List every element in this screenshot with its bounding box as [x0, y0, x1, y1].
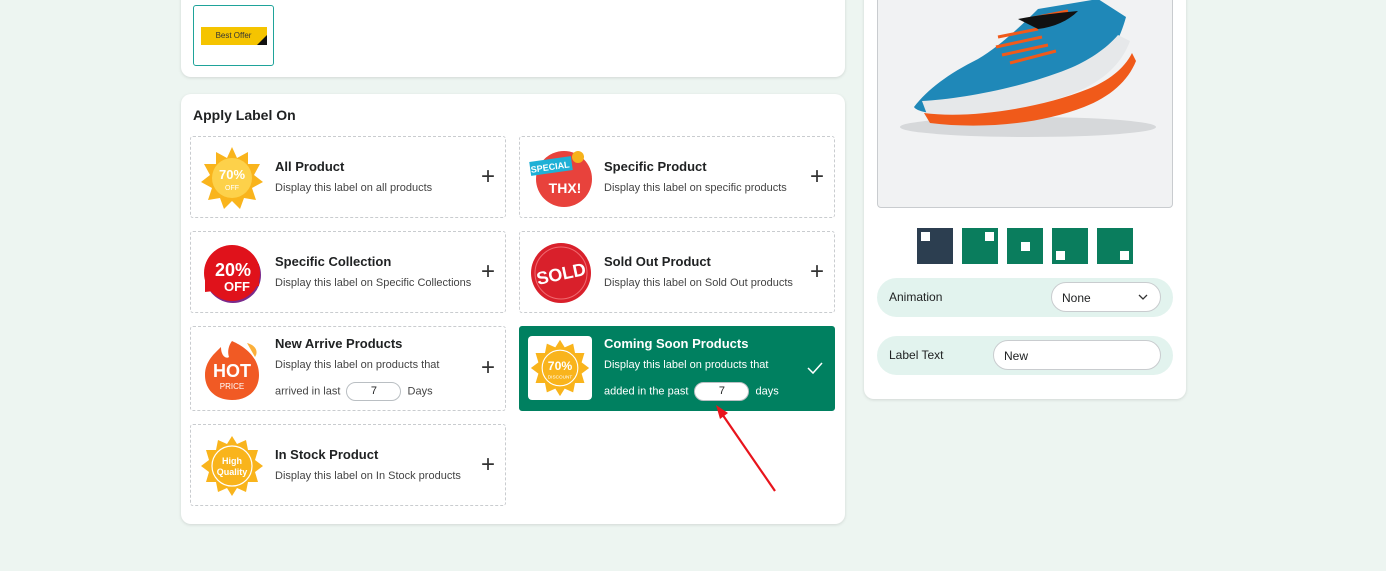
option-title: Sold Out Product: [604, 254, 711, 269]
position-dot: [1120, 251, 1129, 260]
plus-icon[interactable]: +: [808, 260, 826, 284]
apply-label-card: Apply Label On 70% OFF All Product Displ…: [181, 94, 845, 524]
badge-thumbnail[interactable]: Best Offer: [193, 5, 274, 66]
option-new-arrive-products[interactable]: HOT PRICE New Arrive Products Display th…: [190, 326, 506, 411]
sneaker-image: [900, 0, 1156, 137]
option-title: All Product: [275, 159, 345, 174]
days-suffix: days: [755, 385, 779, 398]
animation-select[interactable]: None: [1051, 282, 1161, 312]
option-title: New Arrive Products: [275, 336, 403, 351]
hot-price-badge-icon: HOT PRICE: [205, 341, 259, 400]
badge-box: 70% DISCOUNT: [528, 336, 592, 400]
label-preview-card: Animation None Label Text New: [864, 0, 1186, 399]
check-icon: [807, 362, 823, 375]
option-desc: Display this label on products that: [604, 359, 769, 371]
position-top-left[interactable]: [917, 228, 953, 264]
option-title: Specific Collection: [275, 254, 392, 269]
svg-text:70%: 70%: [548, 359, 573, 373]
position-dot: [921, 232, 930, 241]
option-specific-product[interactable]: SPECIAL THX! Specific Product Display th…: [519, 136, 835, 218]
option-desc-days: arrived in last 7 Days: [275, 382, 433, 401]
days-prefix: added in the past: [604, 385, 689, 398]
svg-text:High: High: [222, 456, 242, 466]
chevron-down-icon: [1138, 294, 1148, 300]
svg-text:THX!: THX!: [549, 180, 582, 196]
option-desc: Display this label on Sold Out products: [604, 277, 793, 289]
option-all-product[interactable]: 70% OFF All Product Display this label o…: [190, 136, 506, 218]
animation-value: None: [1062, 291, 1091, 305]
option-title: In Stock Product: [275, 447, 379, 462]
option-desc: Display this label on products that: [275, 359, 440, 371]
label-position-picker: [917, 228, 1133, 264]
sold-badge-icon: SOLD: [531, 243, 591, 303]
new-arrive-days-input[interactable]: 7: [346, 382, 402, 401]
plus-icon[interactable]: +: [479, 260, 497, 284]
option-coming-soon-products[interactable]: 70% DISCOUNT Coming Soon Products Displa…: [519, 326, 835, 411]
option-desc: Display this label on all products: [275, 182, 433, 194]
label-text-label: Label Text: [889, 348, 944, 362]
svg-text:PRICE: PRICE: [220, 382, 244, 391]
plus-icon[interactable]: +: [479, 453, 497, 477]
best-offer-text: Best Offer: [215, 31, 252, 40]
option-title: Specific Product: [604, 159, 707, 174]
label-text-row: Label Text New: [877, 336, 1173, 375]
special-thx-badge-icon: SPECIAL THX!: [529, 151, 592, 207]
svg-text:DISCOUNT: DISCOUNT: [548, 374, 573, 379]
twenty-off-badge-icon: 20% OFF: [204, 245, 261, 303]
animation-row: Animation None: [877, 278, 1173, 317]
option-specific-collection[interactable]: 20% OFF Specific Collection Display this…: [190, 231, 506, 313]
position-top-right[interactable]: [962, 228, 998, 264]
days-prefix: arrived in last: [275, 385, 341, 398]
badge-preview-card: Best Offer: [181, 0, 845, 77]
days-suffix: Days: [407, 385, 433, 398]
plus-icon[interactable]: +: [479, 356, 497, 380]
product-preview-image: [877, 0, 1173, 208]
svg-text:HOT: HOT: [213, 361, 251, 381]
option-desc-days: added in the past 7 days: [604, 382, 779, 401]
animation-label: Animation: [889, 290, 943, 304]
position-center[interactable]: [1007, 228, 1043, 264]
plus-icon[interactable]: +: [808, 165, 826, 189]
option-desc: Display this label on specific products: [604, 182, 787, 194]
position-bottom-right[interactable]: [1097, 228, 1133, 264]
option-sold-out-product[interactable]: SOLD Sold Out Product Display this label…: [519, 231, 835, 313]
seventy-discount-badge-icon: 70% DISCOUNT: [530, 339, 590, 397]
option-in-stock-product[interactable]: High Quality In Stock Product Display th…: [190, 424, 506, 506]
position-dot: [1021, 242, 1030, 251]
option-desc: Display this label on In Stock products: [275, 470, 461, 482]
label-text-input[interactable]: New: [993, 340, 1161, 370]
option-title: Coming Soon Products: [604, 336, 749, 351]
svg-text:70%: 70%: [219, 167, 245, 182]
plus-icon[interactable]: +: [479, 165, 497, 189]
coming-soon-days-input[interactable]: 7: [694, 382, 750, 401]
option-desc: Display this label on Specific Collectio…: [275, 277, 472, 289]
position-dot: [985, 232, 994, 241]
seventy-off-badge-icon: 70% OFF: [201, 147, 263, 209]
position-bottom-left[interactable]: [1052, 228, 1088, 264]
high-quality-badge-icon: High Quality: [201, 436, 263, 496]
badge-corner: [256, 34, 267, 45]
apply-label-title: Apply Label On: [193, 107, 296, 123]
svg-text:OFF: OFF: [224, 279, 250, 294]
best-offer-badge: Best Offer: [200, 26, 267, 45]
position-dot: [1056, 251, 1065, 260]
svg-text:20%: 20%: [215, 260, 251, 280]
svg-text:Quality: Quality: [217, 467, 248, 477]
svg-text:OFF: OFF: [225, 185, 239, 192]
